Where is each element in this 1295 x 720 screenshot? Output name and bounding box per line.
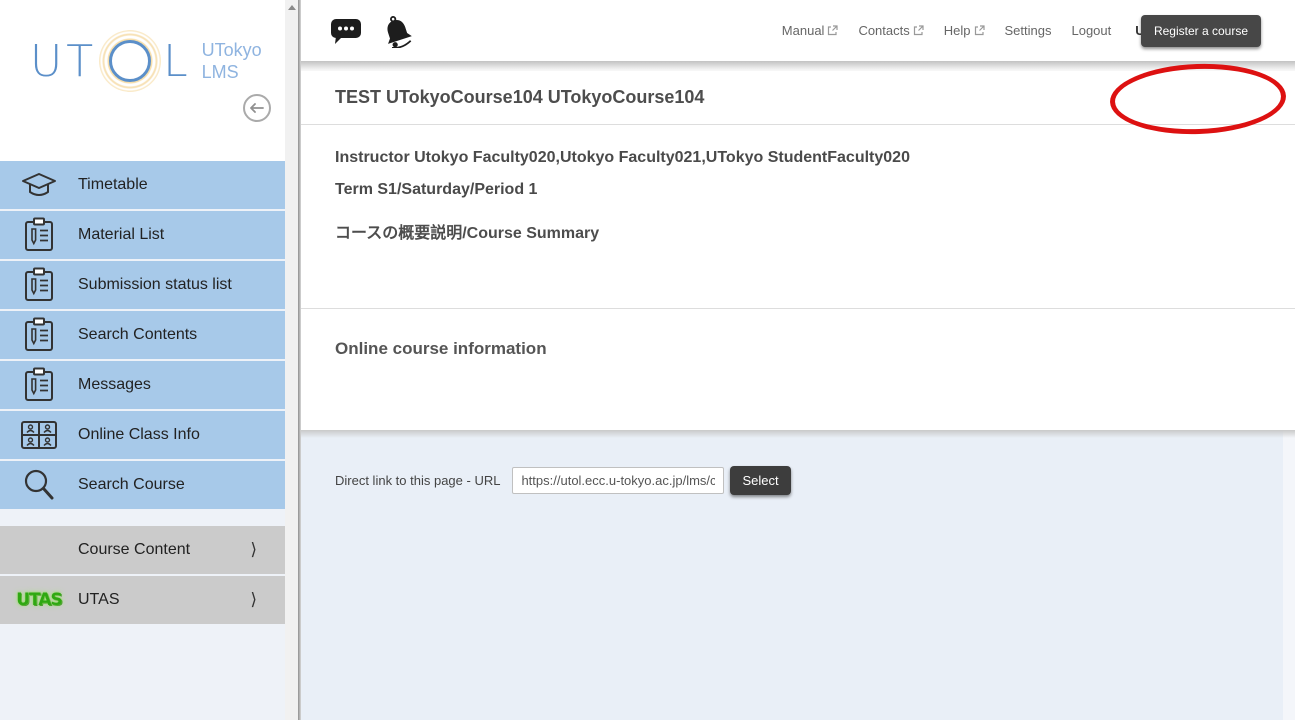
external-link-icon [974,25,985,36]
topbar-shadow [301,61,1295,71]
clipboard-icon [0,267,78,303]
sidebar-item-label: Course Content [78,541,250,559]
search-icon [0,468,78,502]
menu-section-gap [0,511,285,526]
left-arrow-icon [249,102,265,114]
clipboard-icon [0,367,78,403]
nav-link-settings[interactable]: Settings [1005,23,1052,38]
course-card: TEST UTokyoCourse104 UTokyoCourse104 Ins… [301,71,1295,430]
sidebar-item-label: Submission status list [78,276,285,294]
scroll-up-icon[interactable] [288,5,296,10]
external-link-icon [827,25,838,36]
sidebar-menu: Timetable Material List Submission statu… [0,161,285,626]
collapse-sidebar-button[interactable] [243,94,271,122]
people-grid-icon [0,420,78,450]
utas-logo-icon: UTAS [0,590,78,610]
select-button[interactable]: Select [730,466,790,495]
course-summary-heading: コースの概要説明/Course Summary [335,219,1261,243]
utol-lms-page: UT L UTokyo LMS Timetable [0,0,1295,720]
main-panel: Manual Contacts Help Settings Logout Uto… [301,0,1295,720]
sidebar-item-utas[interactable]: UTAS UTAS ⟩ [0,576,285,624]
direct-link-row: Direct link to this page - URL Select [335,466,1295,495]
sidebar-scrollbar[interactable] [285,0,298,720]
logo-tagline-line1: UTokyo [202,39,262,62]
page-scrollbar-track[interactable] [1283,430,1295,720]
sidebar-item-label: Timetable [78,176,285,194]
utol-logo: UT L UTokyo LMS [30,30,285,92]
utol-logo-letters: UT L [30,30,192,92]
direct-link-label: Direct link to this page - URL [335,473,500,488]
sidebar-item-timetable[interactable]: Timetable [0,161,285,209]
sidebar-item-online-class-info[interactable]: Online Class Info [0,411,285,459]
messages-bubble-icon[interactable] [329,16,363,46]
course-card-body: Instructor Utokyo Faculty020,Utokyo Facu… [301,125,1295,243]
course-title: TEST UTokyoCourse104 UTokyoCourse104 [335,87,704,108]
instructor-line: Instructor Utokyo Faculty020,Utokyo Facu… [335,149,1261,167]
logo-o-rings-icon [99,30,161,92]
section-divider [301,308,1295,309]
sidebar-item-label: Messages [78,376,285,394]
sidebar-item-submission-status-list[interactable]: Submission status list [0,261,285,309]
chevron-right-icon: ⟩ [250,590,257,610]
sidebar-item-search-course[interactable]: Search Course [0,461,285,509]
external-link-icon [913,25,924,36]
clipboard-icon [0,317,78,353]
sidebar-item-search-contents[interactable]: Search Contents [0,311,285,359]
logo-tagline-line2: LMS [202,61,262,84]
page-lower-area: Direct link to this page - URL Select [301,430,1295,720]
direct-link-url-input[interactable] [512,467,724,494]
nav-link-help[interactable]: Help [944,23,985,38]
sidebar-item-label: Search Course [78,476,285,494]
notifications-bell-icon[interactable] [379,14,415,48]
nav-link-logout[interactable]: Logout [1071,23,1111,38]
logo-letter-u: U [30,36,66,87]
sidebar-item-label: UTAS [78,591,250,609]
nav-link-manual[interactable]: Manual [782,23,839,38]
nav-link-contacts[interactable]: Contacts [858,23,923,38]
online-course-info-heading: Online course information [335,339,1295,359]
sidebar-header: UT L UTokyo LMS [0,0,285,161]
sidebar-item-course-content[interactable]: Course Content ⟩ [0,526,285,574]
sidebar-item-label: Search Contents [78,326,285,344]
chevron-right-icon: ⟩ [250,540,257,560]
logo-letter-l: L [163,36,192,87]
graduation-cap-icon [0,170,78,200]
card-bottom-shadow [301,430,1295,438]
sidebar-item-material-list[interactable]: Material List [0,211,285,259]
term-line: Term S1/Saturday/Period 1 [335,181,1261,199]
logo-letter-t: T [66,36,97,87]
register-a-course-button[interactable]: Register a course [1141,15,1261,47]
sidebar-item-label: Material List [78,226,285,244]
logo-tagline: UTokyo LMS [202,39,262,84]
sidebar-item-label: Online Class Info [78,426,285,444]
sidebar-item-messages[interactable]: Messages [0,361,285,409]
clipboard-icon [0,217,78,253]
course-card-header: TEST UTokyoCourse104 UTokyoCourse104 [301,71,1295,125]
sidebar: UT L UTokyo LMS Timetable [0,0,285,720]
